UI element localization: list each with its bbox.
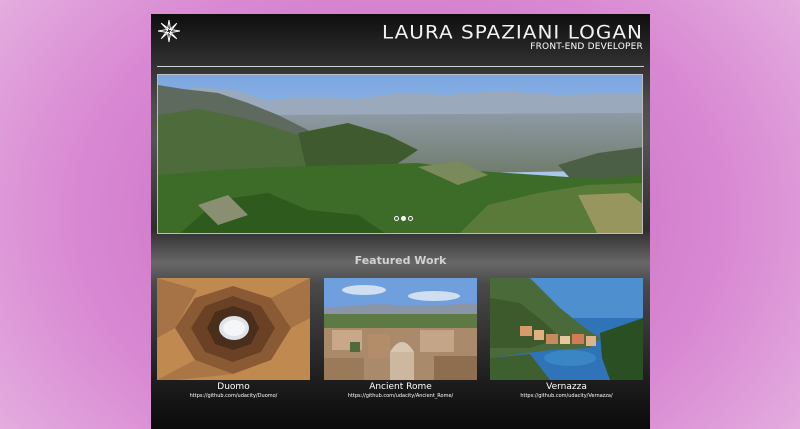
- project-thumbnail-ancient-rome[interactable]: [324, 278, 477, 380]
- project-card-ancient-rome: Ancient Rome https://github.com/udacity/…: [324, 278, 477, 399]
- project-thumbnail-vernazza[interactable]: [490, 278, 643, 380]
- project-title[interactable]: Ancient Rome: [324, 382, 477, 392]
- site-subtitle: FRONT-END DEVELOPER: [530, 42, 643, 52]
- project-title[interactable]: Vernazza: [490, 382, 643, 392]
- carousel-dot-3[interactable]: [408, 216, 413, 221]
- project-link[interactable]: https://github.com/udacity/Duomo/: [157, 393, 310, 399]
- project-title[interactable]: Duomo: [157, 382, 310, 392]
- carousel-indicators: [394, 216, 413, 221]
- project-thumbnail-duomo[interactable]: [157, 278, 310, 380]
- project-card-duomo: Duomo https://github.com/udacity/Duomo/: [157, 278, 310, 399]
- project-link[interactable]: https://github.com/udacity/Vernazza/: [490, 393, 643, 399]
- carousel-image: [158, 75, 642, 233]
- project-link[interactable]: https://github.com/udacity/Ancient_Rome/: [324, 393, 477, 399]
- header-divider: [157, 66, 644, 67]
- page-container: LAURA SPAZIANI LOGAN FRONT-END DEVELOPER: [151, 14, 650, 429]
- carousel-dot-1[interactable]: [394, 216, 399, 221]
- compass-star-icon[interactable]: [158, 20, 180, 42]
- site-title: LAURA SPAZIANI LOGAN: [381, 20, 643, 44]
- featured-work-heading: Featured Work: [354, 254, 447, 267]
- hero-carousel[interactable]: [157, 74, 643, 234]
- project-card-vernazza: Vernazza https://github.com/udacity/Vern…: [490, 278, 643, 399]
- carousel-dot-2[interactable]: [401, 216, 406, 221]
